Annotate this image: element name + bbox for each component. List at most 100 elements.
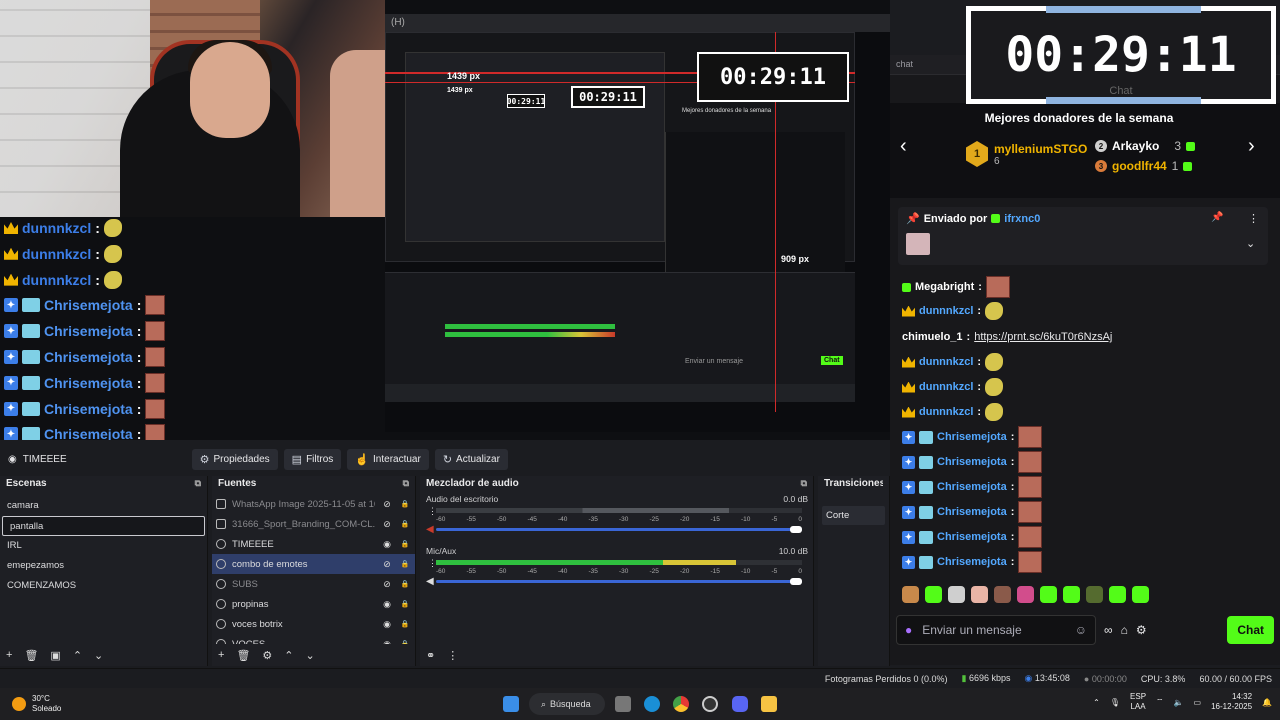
properties-button[interactable]: ⚙ Propiedades <box>191 448 278 470</box>
chevron-left-icon[interactable]: ‹ <box>900 135 907 158</box>
microphone-icon[interactable]: 🎙 <box>1110 698 1120 707</box>
emote-button[interactable] <box>971 586 988 603</box>
chevron-down-icon[interactable]: ⌄ <box>1246 237 1255 250</box>
infinity-icon[interactable]: ∞ <box>1104 623 1113 637</box>
emote-button[interactable] <box>902 586 919 603</box>
start-icon[interactable] <box>503 696 519 712</box>
eye-off-icon[interactable]: ⊘ <box>381 519 393 530</box>
eye-icon[interactable]: ◉ <box>381 619 393 630</box>
emote-button[interactable] <box>1017 586 1034 603</box>
lock-icon[interactable]: 🔒 <box>399 540 411 548</box>
source-item[interactable]: combo de emotes ⊘ 🔒 <box>212 554 415 574</box>
folder-icon[interactable] <box>761 696 777 712</box>
source-item[interactable]: VOCES◉🔒 <box>212 634 415 644</box>
edge-icon[interactable] <box>644 696 660 712</box>
interact-button[interactable]: ☝ Interactuar <box>347 448 429 470</box>
lock-icon[interactable]: 🔒 <box>399 560 411 568</box>
lock-icon[interactable]: 🔒 <box>399 500 411 508</box>
gear-icon[interactable]: ⚙ <box>1136 623 1147 637</box>
emote-button[interactable] <box>1063 586 1080 603</box>
eye-off-icon[interactable]: ⊘ <box>381 579 393 590</box>
chevron-right-icon[interactable]: › <box>1248 135 1255 158</box>
eye-off-icon[interactable]: ⊘ <box>381 559 393 570</box>
undock-icon[interactable]: ⧉ <box>403 478 409 490</box>
chat-message: chimuelo_1: https://prnt.sc/6kuT0r6NzsAj <box>902 327 1112 347</box>
wifi-icon[interactable]: ⌔ <box>1156 697 1164 707</box>
emote-button[interactable] <box>948 586 965 603</box>
fps-counter: 60.00 / 60.00 FPS <box>1199 673 1272 684</box>
discord-icon[interactable] <box>732 696 748 712</box>
add-icon[interactable]: + <box>218 649 224 661</box>
scene-item[interactable]: COMENZAMOS <box>0 576 207 596</box>
kebab-menu-icon[interactable]: ⋮ <box>428 558 437 569</box>
emote-button[interactable] <box>925 586 942 603</box>
filter-icon[interactable]: ▣ <box>50 649 60 662</box>
trash-icon[interactable]: 🗑 <box>24 649 38 662</box>
weather-widget[interactable]: 30°C Soleado <box>12 694 61 714</box>
trash-icon[interactable]: 🗑 <box>236 649 250 662</box>
source-item[interactable]: SUBS ⊘ 🔒 <box>212 574 415 594</box>
kebab-menu-icon[interactable]: ⋮ <box>1248 212 1259 225</box>
emote-button[interactable] <box>1132 586 1149 603</box>
emoji-icon[interactable]: ☺ <box>1075 623 1087 637</box>
undock-icon[interactable]: ⧉ <box>195 478 201 490</box>
eye-off-icon[interactable]: ⊘ <box>381 499 393 510</box>
volume-slider-knob[interactable] <box>790 578 802 585</box>
volume-slider[interactable] <box>436 580 802 583</box>
taskbar-search[interactable]: ⌕ Búsqueda <box>529 693 605 715</box>
battery-icon[interactable]: ▭ <box>1194 698 1202 707</box>
source-item[interactable]: voces botrix ◉ 🔒 <box>212 614 415 634</box>
pin-icon[interactable]: 📌 <box>1211 212 1223 223</box>
lock-icon[interactable]: 🔒 <box>399 520 411 528</box>
chevron-up-icon[interactable]: ⌃ <box>1093 698 1100 707</box>
chat-message: ✦ Chrisemejota: <box>902 501 1043 523</box>
filters-button[interactable]: ▤ Filtros <box>283 448 342 470</box>
chevron-down-icon[interactable]: ⌄ <box>94 649 103 662</box>
notification-icon[interactable]: 🔔 <box>1262 698 1272 707</box>
add-icon[interactable]: + <box>6 649 12 661</box>
volume-slider-knob[interactable] <box>790 526 802 533</box>
source-item[interactable]: propinas ◉ 🔒 <box>212 594 415 614</box>
chat-input[interactable]: ● Enviar un mensaje ☺ <box>896 615 1096 645</box>
scene-item[interactable]: emepezamos <box>0 556 207 576</box>
colon-separator: : <box>136 400 142 417</box>
store-icon[interactable]: ⌂ <box>1121 623 1128 637</box>
chevron-down-icon[interactable]: ⌄ <box>306 649 315 662</box>
clock[interactable]: 14:32 16-12-2025 <box>1211 692 1252 712</box>
speaker-icon[interactable]: ◀ <box>426 576 434 587</box>
chevron-up-icon[interactable]: ⌃ <box>284 649 293 662</box>
lock-icon[interactable]: 🔒 <box>399 600 411 608</box>
emote-button[interactable] <box>1086 586 1103 603</box>
scene-item[interactable]: pantalla <box>2 516 205 536</box>
scene-item[interactable]: camara <box>0 496 207 516</box>
gear-icon[interactable]: ⚙ <box>262 649 272 662</box>
transition-select[interactable]: Corte <box>822 506 885 525</box>
source-item[interactable]: 31666_Sport_Branding_COM-CL.gif ⊘ 🔒 <box>212 514 415 534</box>
muted-speaker-icon[interactable]: ◀ <box>426 524 434 535</box>
task-view-icon[interactable] <box>615 696 631 712</box>
eye-icon[interactable]: ◉ <box>381 599 393 610</box>
lock-icon[interactable]: 🔒 <box>399 580 411 588</box>
link-icon[interactable]: ⚭ <box>426 649 435 662</box>
emote-button[interactable] <box>994 586 1011 603</box>
emote-button[interactable] <box>1040 586 1057 603</box>
microphone-icon[interactable]: ● <box>905 623 912 637</box>
emote-button[interactable] <box>1109 586 1126 603</box>
chat-send-button[interactable]: Chat <box>1227 616 1274 644</box>
chat-link[interactable]: https://prnt.sc/6kuT0r6NzsAj <box>974 331 1112 343</box>
kebab-menu-icon[interactable]: ⋮ <box>428 506 437 517</box>
source-item[interactable]: WhatsApp Image 2025-11-05 at 16. ⊘ 🔒 <box>212 494 415 514</box>
language-indicator[interactable]: ESP LAA <box>1130 692 1146 712</box>
scene-item[interactable]: IRL <box>0 536 207 556</box>
refresh-button[interactable]: ↻ Actualizar <box>434 448 508 470</box>
eye-icon[interactable]: ◉ <box>381 539 393 550</box>
menu-icon[interactable]: ⋮ <box>447 649 458 662</box>
volume-icon[interactable]: 🔈 <box>1174 698 1184 707</box>
volume-slider[interactable] <box>436 528 802 531</box>
chevron-up-icon[interactable]: ⌃ <box>73 649 82 662</box>
lock-icon[interactable]: 🔒 <box>399 620 411 628</box>
source-item[interactable]: TIMEEEE ◉ 🔒 <box>212 534 415 554</box>
chrome-icon[interactable] <box>673 696 689 712</box>
obs-icon[interactable] <box>702 696 718 712</box>
undock-icon[interactable]: ⧉ <box>801 478 807 490</box>
